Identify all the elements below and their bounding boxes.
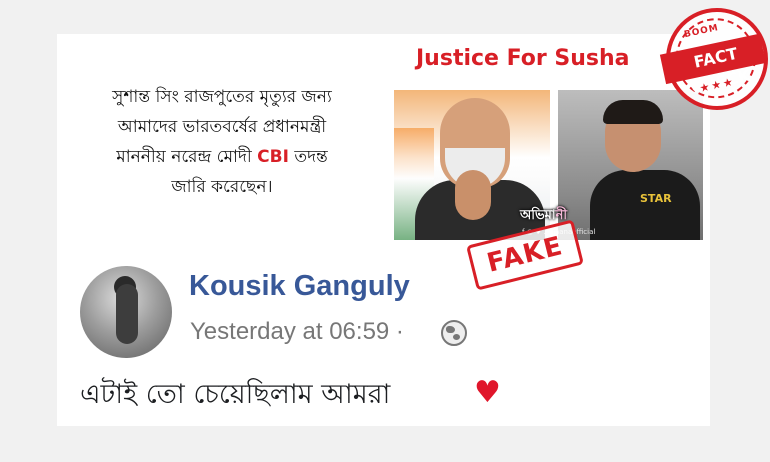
photo-right-body (590, 170, 700, 240)
heart-icon: ♥ (474, 375, 501, 410)
photo-left-hands (455, 170, 491, 220)
avatar[interactable] (80, 266, 172, 358)
post-text: এটাই তো চেয়েছিলাম আমরা (80, 379, 391, 410)
photo-right-hair (603, 100, 663, 124)
caption-line-1: সুশান্ত সিং রাজপুতের মৃত্যুর জন্য (112, 87, 332, 107)
tshirt-print: STAR (640, 192, 672, 205)
caption-text: সুশান্ত সিং রাজপুতের মৃত্যুর জন্য আমাদের… (66, 82, 378, 202)
caption-highlight: CBI (257, 147, 289, 167)
globe-icon[interactable] (441, 320, 467, 346)
caption-line-3-before: মাননীয় নরেন্দ্র মোদী (116, 147, 258, 167)
caption-line-3: মাননীয় নরেন্দ্র মোদী CBI তদন্ত (66, 142, 378, 172)
caption-line-3-after: তদন্ত (288, 147, 328, 167)
photo-label-main: অভিমা (520, 208, 556, 223)
caption-line-4: জারি করেছেন। (171, 177, 273, 197)
banner-title: Justice For Susha (416, 46, 630, 71)
post-author-name[interactable]: Kousik Ganguly (189, 270, 410, 303)
avatar-figure-body (116, 284, 138, 344)
caption-line-2: আমাদের ভারতবর্ষের প্রধানমন্ত্রী (117, 117, 327, 137)
post-timestamp[interactable]: Yesterday at 06:59 · (190, 318, 404, 346)
